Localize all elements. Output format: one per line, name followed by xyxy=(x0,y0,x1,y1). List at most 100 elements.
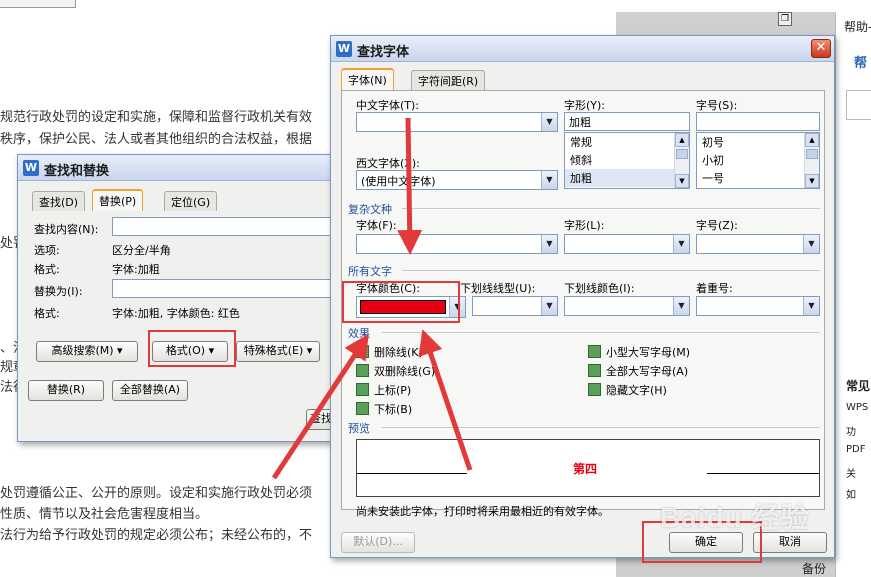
all-caps-label: 全部大写字母(A) xyxy=(606,365,689,378)
list-item[interactable]: 小初 xyxy=(697,151,819,169)
preview-baseline-right xyxy=(707,473,819,474)
task-pane-tab[interactable]: 帮 xyxy=(854,52,867,71)
replace-button[interactable]: 替换(R) xyxy=(28,380,104,401)
chevron-down-icon[interactable]: ▼ xyxy=(541,235,557,253)
cn-font-select[interactable]: ▼ xyxy=(356,112,558,132)
subscript-label: 下标(B) xyxy=(374,403,413,416)
options-value: 区分全/半角 xyxy=(112,244,171,257)
find-font-title: 查找字体 xyxy=(357,45,410,60)
complex-section-title: 复杂文种 xyxy=(348,203,392,216)
backup-label[interactable]: 备份 xyxy=(802,560,826,577)
doc-text-line: 规范行政处罚的设定和实施，保障和监督行政机关有效 xyxy=(0,110,313,125)
all-caps-checkbox[interactable] xyxy=(588,364,601,377)
restore-icon[interactable]: ❐ xyxy=(778,12,792,26)
list-item[interactable]: 常规 xyxy=(565,133,689,151)
west-font-label: 西文字体(X): xyxy=(356,157,420,170)
west-font-select[interactable]: (使用中文字体) ▼ xyxy=(356,170,558,190)
options-label: 选项: xyxy=(34,244,60,257)
underline-color-select[interactable]: ▼ xyxy=(564,296,690,316)
double-strikethrough-checkbox[interactable] xyxy=(356,364,369,377)
preview-text: 第四 xyxy=(573,462,598,476)
doc-text-line: 法行为给予行政处罚的规定必须公布；未经公布的，不 xyxy=(0,528,313,543)
emphasis-mark-select[interactable]: ▼ xyxy=(696,296,820,316)
complex-style-select[interactable]: ▼ xyxy=(564,234,690,254)
complex-size-select[interactable]: ▼ xyxy=(696,234,820,254)
find-what-label: 查找内容(N): xyxy=(34,223,99,236)
tab-goto[interactable]: 定位(G) xyxy=(164,191,218,211)
find-font-titlebar[interactable]: W 查找字体 ✕ xyxy=(331,36,834,62)
task-pane-help[interactable]: 帮助- xyxy=(844,18,871,35)
list-item[interactable]: 一号 xyxy=(697,169,819,187)
underline-color-label: 下划线颜色(I): xyxy=(564,282,635,295)
replace-format-label: 格式: xyxy=(34,307,60,320)
font-size-label: 字号(S): xyxy=(696,99,738,112)
font-style-input[interactable]: 加粗 xyxy=(564,112,690,131)
task-pane: 帮助- 帮 常见 WPS 功 PDF 关 如 xyxy=(835,12,871,577)
find-format-label: 格式: xyxy=(34,263,60,276)
find-what-input[interactable] xyxy=(112,217,348,236)
tab-find[interactable]: 查找(D) xyxy=(32,191,86,211)
hidden-text-label: 隐藏文字(H) xyxy=(606,384,667,397)
hidden-text-checkbox[interactable] xyxy=(588,383,601,396)
preview-baseline-left xyxy=(357,473,467,474)
doc-text-line: 性质、情节以及社会危害程度相当。 xyxy=(0,507,209,522)
special-format-button[interactable]: 特殊格式(E) ▾ xyxy=(236,341,320,362)
chevron-down-icon[interactable]: ▼ xyxy=(673,235,689,253)
chevron-down-icon[interactable]: ▼ xyxy=(541,113,557,131)
replace-format-value: 字体:加粗, 字体颜色: 红色 xyxy=(112,307,240,320)
find-replace-title: 查找和替换 xyxy=(44,164,110,179)
list-item[interactable]: 加粗 xyxy=(565,169,689,187)
complex-font-select[interactable]: ▼ xyxy=(356,234,558,254)
small-caps-checkbox[interactable] xyxy=(588,345,601,358)
find-replace-titlebar[interactable]: W 查找和替换 xyxy=(18,155,346,181)
scrollbar[interactable]: ▲ ▼ xyxy=(674,133,689,188)
task-pane-link[interactable]: 关 xyxy=(846,465,856,480)
chevron-down-icon[interactable]: ▼ xyxy=(803,297,819,315)
superscript-checkbox[interactable] xyxy=(356,383,369,396)
preview-section-title: 预览 xyxy=(348,422,370,435)
task-pane-link[interactable]: 如 xyxy=(846,486,856,501)
underline-style-label: 下划线线型(U): xyxy=(460,282,536,295)
replace-with-input[interactable] xyxy=(112,279,348,298)
scrollbar[interactable]: ▲ ▼ xyxy=(804,133,819,188)
list-item[interactable]: 初号 xyxy=(697,133,819,151)
task-pane-search-box[interactable] xyxy=(846,90,871,120)
underline-style-select[interactable]: ▼ xyxy=(472,296,558,316)
complex-style-label: 字形(L): xyxy=(564,219,605,232)
font-size-list[interactable]: 初号 小初 一号 ▲ ▼ xyxy=(696,132,820,189)
font-size-input[interactable] xyxy=(696,112,820,131)
close-icon[interactable]: ✕ xyxy=(811,39,831,58)
advanced-search-button[interactable]: 高级搜索(M) ▾ xyxy=(36,341,138,362)
default-button[interactable]: 默认(D)... xyxy=(341,532,415,553)
section-divider xyxy=(402,208,820,209)
tab-char-spacing[interactable]: 字符间距(R) xyxy=(411,70,486,90)
wps-logo-icon: W xyxy=(23,160,39,176)
chevron-down-icon[interactable]: ▼ xyxy=(673,297,689,315)
chevron-down-icon[interactable]: ▼ xyxy=(541,171,557,189)
strikethrough-checkbox[interactable] xyxy=(356,345,369,358)
task-pane-section-title: 常见 xyxy=(846,379,871,393)
font-style-list[interactable]: 常规 倾斜 加粗 ▲ ▼ xyxy=(564,132,690,189)
cn-font-label: 中文字体(T): xyxy=(356,99,420,112)
replace-all-button[interactable]: 全部替换(A) xyxy=(112,380,188,401)
chevron-down-icon[interactable]: ▼ xyxy=(541,297,557,315)
section-divider xyxy=(382,427,820,428)
task-pane-link[interactable]: PDF xyxy=(846,444,865,455)
find-replace-dialog: W 查找和替换 查找(D) 替换(P) 定位(G) 查找内容(N): 选项: 区… xyxy=(17,154,348,442)
task-pane-link[interactable]: 功 xyxy=(846,423,856,438)
baidu-watermark: Baidu 经验 xyxy=(660,502,810,533)
subscript-checkbox[interactable] xyxy=(356,402,369,415)
section-divider xyxy=(402,270,820,271)
doc-text-line: 秩序，保护公民、法人或者其他组织的合法权益，根据 xyxy=(0,132,313,147)
list-item[interactable]: 倾斜 xyxy=(565,151,689,169)
tab-replace[interactable]: 替换(P) xyxy=(92,189,144,211)
wps-logo-icon: W xyxy=(336,41,352,57)
superscript-label: 上标(P) xyxy=(374,384,412,397)
find-format-value: 字体:加粗 xyxy=(112,263,160,276)
chevron-down-icon[interactable]: ▼ xyxy=(803,235,819,253)
section-divider xyxy=(382,332,820,333)
tab-font[interactable]: 字体(N) xyxy=(341,68,394,90)
preview-box: 第四 xyxy=(356,439,820,497)
task-pane-link[interactable]: WPS xyxy=(846,402,868,413)
font-not-installed-note: 尚未安装此字体，打印时将采用最相近的有效字体。 xyxy=(356,505,609,518)
